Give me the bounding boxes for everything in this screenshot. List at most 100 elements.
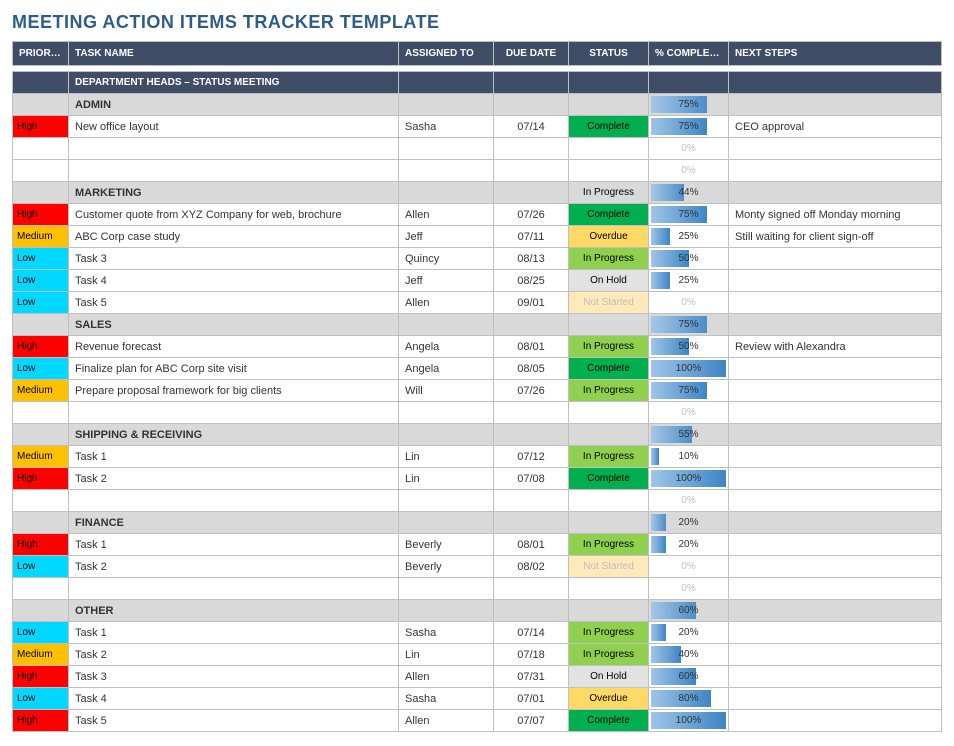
due-date-cell: 07/11 <box>494 226 569 248</box>
priority-cell: Low <box>13 556 69 578</box>
tracker-table: PRIORITY TASK NAME ASSIGNED TO DUE DATE … <box>12 41 942 732</box>
priority-cell: Low <box>13 248 69 270</box>
next-steps-cell <box>729 270 942 292</box>
assigned-cell: Lin <box>399 644 494 666</box>
next-steps-cell <box>729 358 942 380</box>
priority-cell <box>13 138 69 160</box>
task-name-cell: Task 3 <box>69 248 399 270</box>
assigned-cell: Will <box>399 380 494 402</box>
table-row: LowTask 1Sasha07/14In Progress20% <box>13 622 942 644</box>
assigned-cell: Sasha <box>399 622 494 644</box>
assigned-cell: Allen <box>399 292 494 314</box>
section-title: SHIPPING & RECEIVING <box>69 424 399 446</box>
due-date-cell: 08/13 <box>494 248 569 270</box>
assigned-cell: Beverly <box>399 556 494 578</box>
priority-cell: Medium <box>13 644 69 666</box>
priority-cell <box>13 578 69 600</box>
assigned-cell: Allen <box>399 666 494 688</box>
priority-cell: High <box>13 710 69 732</box>
status-cell: In Progress <box>569 182 649 204</box>
assigned-cell <box>399 578 494 600</box>
status-cell: Complete <box>569 204 649 226</box>
table-row: 0% <box>13 402 942 424</box>
next-steps-cell: Still waiting for client sign-off <box>729 226 942 248</box>
next-steps-cell <box>729 644 942 666</box>
percent-complete-cell: 0% <box>649 490 729 512</box>
percent-complete-cell: 0% <box>649 292 729 314</box>
task-name-cell: Task 4 <box>69 270 399 292</box>
assigned-cell: Beverly <box>399 534 494 556</box>
priority-cell: High <box>13 666 69 688</box>
priority-cell: High <box>13 204 69 226</box>
percent-complete-cell: 0% <box>649 138 729 160</box>
table-row: LowTask 5Allen09/01Not Started0% <box>13 292 942 314</box>
section-title: MARKETING <box>69 182 399 204</box>
percent-complete-cell: 60% <box>649 666 729 688</box>
col-priority: PRIORITY <box>13 42 69 66</box>
meeting-header-row: DEPARTMENT HEADS – STATUS MEETING <box>13 72 942 94</box>
assigned-cell: Quincy <box>399 248 494 270</box>
table-row: HighRevenue forecastAngela08/01In Progre… <box>13 336 942 358</box>
section-row: MARKETINGIn Progress44% <box>13 182 942 204</box>
status-cell <box>569 578 649 600</box>
percent-complete-cell: 40% <box>649 644 729 666</box>
next-steps-cell <box>729 468 942 490</box>
due-date-cell: 07/26 <box>494 380 569 402</box>
due-date-cell: 08/01 <box>494 534 569 556</box>
due-date-cell <box>494 138 569 160</box>
assigned-cell <box>399 402 494 424</box>
priority-cell: Medium <box>13 380 69 402</box>
percent-complete-cell: 100% <box>649 468 729 490</box>
percent-complete-cell: 0% <box>649 578 729 600</box>
table-row: LowTask 2Beverly08/02Not Started0% <box>13 556 942 578</box>
percent-complete-cell: 25% <box>649 226 729 248</box>
due-date-cell: 07/01 <box>494 688 569 710</box>
status-cell <box>569 490 649 512</box>
task-name-cell <box>69 490 399 512</box>
next-steps-cell <box>729 138 942 160</box>
percent-complete-cell: 50% <box>649 248 729 270</box>
status-cell <box>569 138 649 160</box>
next-steps-cell <box>729 402 942 424</box>
priority-cell: High <box>13 468 69 490</box>
due-date-cell: 07/18 <box>494 644 569 666</box>
task-name-cell: Task 2 <box>69 556 399 578</box>
status-cell <box>569 160 649 182</box>
priority-cell: Medium <box>13 446 69 468</box>
next-steps-cell <box>729 688 942 710</box>
table-row: HighTask 2Lin07/08Complete100% <box>13 468 942 490</box>
section-row: SALES75% <box>13 314 942 336</box>
next-steps-cell <box>729 710 942 732</box>
section-row: SHIPPING & RECEIVING55% <box>13 424 942 446</box>
due-date-cell: 07/07 <box>494 710 569 732</box>
next-steps-cell: Monty signed off Monday morning <box>729 204 942 226</box>
table-row: 0% <box>13 578 942 600</box>
task-name-cell: ABC Corp case study <box>69 226 399 248</box>
due-date-cell: 08/25 <box>494 270 569 292</box>
percent-complete-cell: 0% <box>649 402 729 424</box>
task-name-cell: Prepare proposal framework for big clien… <box>69 380 399 402</box>
percent-complete-cell: 50% <box>649 336 729 358</box>
task-name-cell: Task 3 <box>69 666 399 688</box>
percent-complete-cell: 75% <box>649 204 729 226</box>
status-cell: Complete <box>569 468 649 490</box>
assigned-cell: Allen <box>399 204 494 226</box>
status-cell: In Progress <box>569 446 649 468</box>
due-date-cell: 08/01 <box>494 336 569 358</box>
task-name-cell: Customer quote from XYZ Company for web,… <box>69 204 399 226</box>
table-row: MediumTask 2Lin07/18In Progress40% <box>13 644 942 666</box>
due-date-cell: 08/02 <box>494 556 569 578</box>
status-cell: In Progress <box>569 534 649 556</box>
next-steps-cell <box>729 380 942 402</box>
section-title: OTHER <box>69 600 399 622</box>
status-cell: On Hold <box>569 270 649 292</box>
meeting-header-label: DEPARTMENT HEADS – STATUS MEETING <box>69 72 399 94</box>
priority-cell: Low <box>13 622 69 644</box>
assigned-cell: Jeff <box>399 270 494 292</box>
task-name-cell <box>69 138 399 160</box>
status-cell: In Progress <box>569 380 649 402</box>
assigned-cell: Angela <box>399 336 494 358</box>
due-date-cell: 09/01 <box>494 292 569 314</box>
table-row: 0% <box>13 160 942 182</box>
due-date-cell: 07/26 <box>494 204 569 226</box>
